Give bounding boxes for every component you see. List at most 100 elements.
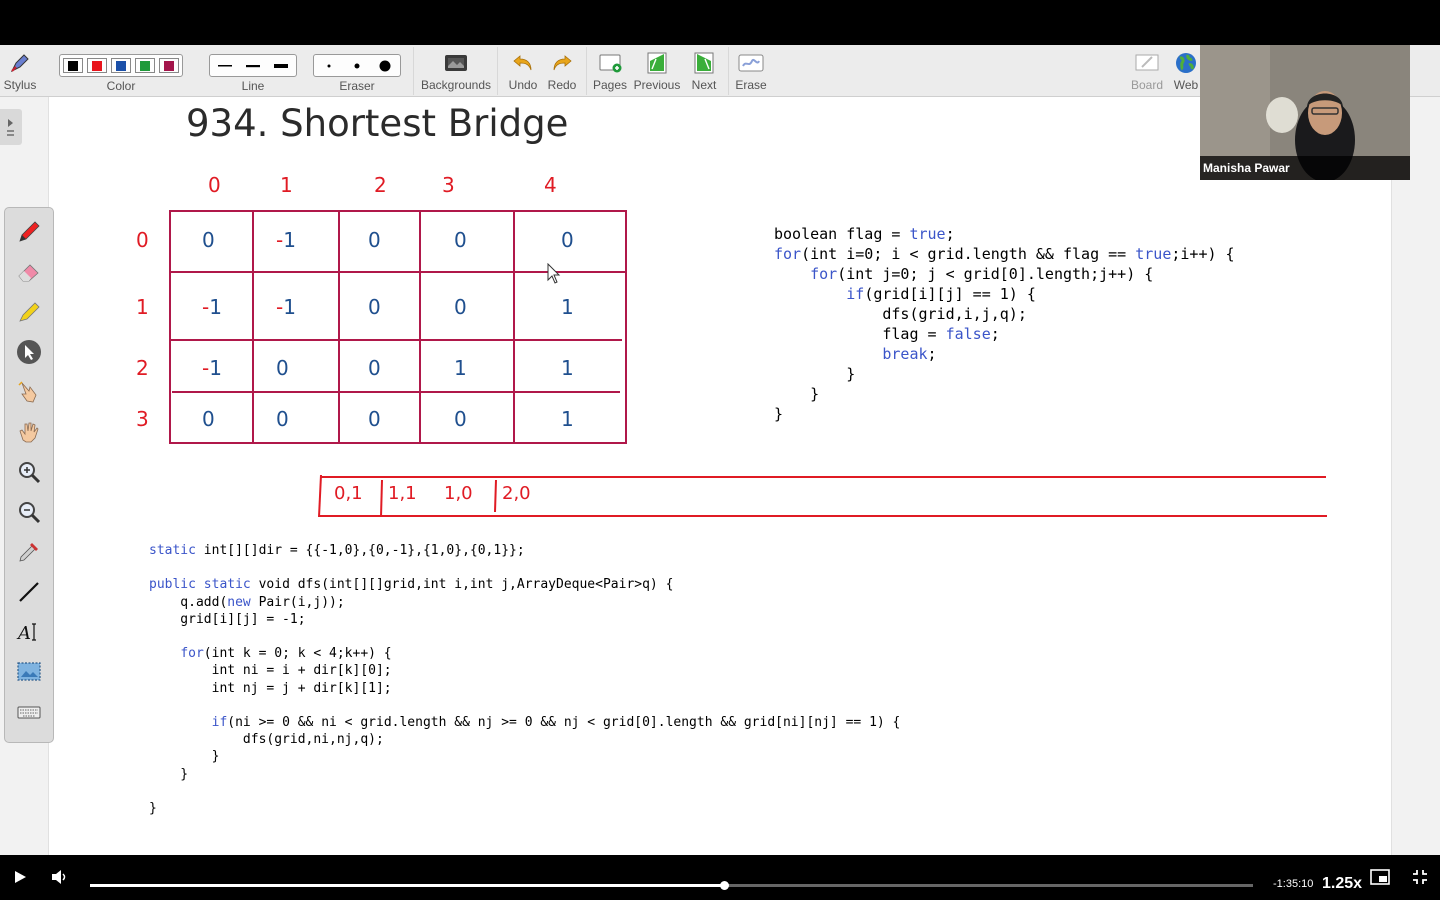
column-index-label: 4 bbox=[544, 173, 557, 197]
grid-cell-value: 1 bbox=[561, 356, 574, 380]
grid-cell-value: 0 bbox=[368, 356, 381, 380]
grid-cell-value: 1 bbox=[561, 295, 574, 319]
column-index-label: 2 bbox=[374, 173, 387, 197]
redo-button[interactable]: Redo bbox=[544, 45, 580, 97]
digit: 1 bbox=[209, 295, 222, 319]
volume-icon bbox=[52, 870, 66, 884]
row-index-label: 0 bbox=[136, 228, 149, 252]
previous-page-button[interactable]: Previous bbox=[634, 45, 680, 97]
erase-icon bbox=[738, 50, 764, 76]
next-page-button[interactable]: Next bbox=[686, 45, 722, 97]
picture-in-picture-icon bbox=[1370, 869, 1390, 885]
top-black-bar bbox=[0, 0, 1440, 45]
grid-cell-value: 1 bbox=[561, 407, 574, 431]
color-swatch-red[interactable] bbox=[87, 58, 107, 73]
volume-button[interactable] bbox=[51, 867, 69, 887]
previous-page-icon bbox=[644, 50, 670, 76]
grid-cell-value: 0 bbox=[454, 407, 467, 431]
globe-icon bbox=[1173, 50, 1199, 76]
line-medium-button[interactable] bbox=[241, 58, 265, 73]
grid-cell-value: 0 bbox=[368, 295, 381, 319]
participant-name: Manisha Pawar bbox=[1200, 156, 1410, 180]
mouse-cursor-icon bbox=[547, 263, 561, 284]
row-index-label: 1 bbox=[136, 295, 149, 319]
column-index-label: 1 bbox=[280, 173, 293, 197]
grid-border bbox=[169, 210, 627, 444]
grid-cell-value: -1 bbox=[276, 295, 296, 319]
grid-cell-value: 0 bbox=[454, 295, 467, 319]
color-swatch-crimson[interactable] bbox=[159, 58, 179, 73]
queue-divider bbox=[380, 479, 383, 518]
erase-button[interactable]: Erase bbox=[733, 45, 769, 97]
queue-box-line bbox=[318, 474, 322, 518]
grid-cell-value: 0 bbox=[561, 228, 574, 252]
grid-cell-value: 0 bbox=[202, 228, 215, 252]
redo-icon bbox=[549, 50, 575, 76]
whiteboard-canvas-area: A 934. Shortest Bridge 01234 0 1 2 3 0 -… bbox=[0, 97, 1440, 855]
color-group: Color bbox=[52, 45, 190, 97]
grid-cell-value: 0 bbox=[454, 228, 467, 252]
toolbar-separator bbox=[728, 47, 729, 95]
seek-bar[interactable] bbox=[90, 881, 1253, 890]
participant-video[interactable]: Manisha Pawar bbox=[1200, 45, 1410, 180]
digit: 1 bbox=[283, 295, 296, 319]
exit-fullscreen-button[interactable] bbox=[1411, 867, 1429, 887]
swatch-fill bbox=[92, 60, 102, 71]
dfs-code: static int[][]dir = {{-1,0},{0,-1},{1,0}… bbox=[149, 543, 901, 817]
row-index-label: 2 bbox=[136, 356, 149, 380]
grid-cell-value: 0 bbox=[202, 407, 215, 431]
grid-cell-value: 1 bbox=[454, 356, 467, 380]
queue-entry: 1,1 bbox=[388, 483, 417, 504]
toolbar-separator bbox=[497, 47, 498, 95]
grid-cell-value: -1 bbox=[202, 295, 222, 319]
undo-button[interactable]: Undo bbox=[505, 45, 541, 97]
play-icon bbox=[15, 871, 26, 883]
pages-icon bbox=[597, 50, 623, 76]
stylus-icon bbox=[7, 50, 33, 76]
grid-cell-value: 0 bbox=[368, 228, 381, 252]
line-group: Line bbox=[209, 45, 297, 97]
grid-cell-value: 0 bbox=[276, 407, 289, 431]
color-swatch-black[interactable] bbox=[63, 58, 83, 73]
toolbar-separator bbox=[413, 47, 414, 95]
next-page-icon bbox=[691, 50, 717, 76]
stylus-button[interactable]: Stylus bbox=[2, 45, 38, 97]
swatch-fill bbox=[68, 60, 78, 71]
eraser-small-button[interactable] bbox=[317, 58, 341, 73]
swatch-fill bbox=[164, 60, 174, 71]
picture-in-picture-button[interactable] bbox=[1370, 867, 1390, 887]
line-width-picker bbox=[209, 54, 297, 77]
video-player-controls bbox=[0, 855, 1440, 900]
eraser-large-button[interactable] bbox=[373, 58, 397, 73]
play-button[interactable] bbox=[12, 867, 28, 887]
pages-button[interactable]: Pages bbox=[592, 45, 628, 97]
eraser-medium-button[interactable] bbox=[345, 58, 369, 73]
digit: 1 bbox=[209, 356, 222, 380]
queue-divider bbox=[494, 479, 497, 513]
time-remaining: -1:35:10 bbox=[1273, 878, 1314, 890]
queue-entry: 0,1 bbox=[334, 483, 363, 504]
board-icon bbox=[1134, 50, 1160, 76]
eraser-group: Eraser bbox=[313, 45, 401, 97]
color-palette bbox=[59, 54, 183, 77]
web-button[interactable]: Web bbox=[1168, 45, 1204, 97]
color-swatch-blue[interactable] bbox=[111, 58, 131, 73]
color-swatch-green[interactable] bbox=[135, 58, 155, 73]
queue-entry: 2,0 bbox=[502, 483, 531, 504]
swatch-fill bbox=[116, 60, 126, 71]
playback-speed-button[interactable]: 1.25x bbox=[1322, 875, 1362, 893]
queue-entry: 1,0 bbox=[444, 483, 473, 504]
column-index-label: 3 bbox=[442, 173, 455, 197]
line-thick-button[interactable] bbox=[269, 58, 293, 73]
column-index-label: 0 bbox=[208, 173, 221, 197]
swatch-fill bbox=[140, 60, 150, 71]
grid-cell-value: -1 bbox=[276, 228, 296, 252]
seek-bar-progress bbox=[90, 884, 724, 887]
board-button[interactable]: Board bbox=[1129, 45, 1165, 97]
line-thin-button[interactable] bbox=[213, 58, 237, 73]
seek-bar-handle[interactable] bbox=[719, 881, 729, 890]
exit-fullscreen-icon bbox=[1413, 870, 1427, 884]
backgrounds-button[interactable]: Backgrounds bbox=[420, 45, 492, 97]
grid-cell-value: 0 bbox=[368, 407, 381, 431]
main-loop-code: boolean flag = true; for(int i=0; i < gr… bbox=[774, 225, 1235, 423]
